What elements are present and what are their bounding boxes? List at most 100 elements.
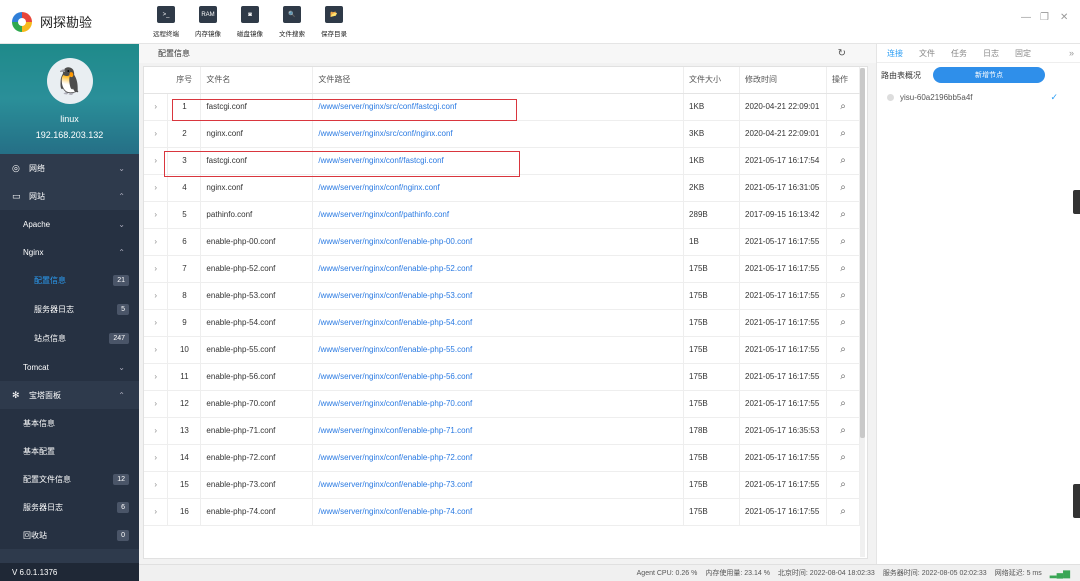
toolbar-button[interactable]: 📂 保存目录 [312, 6, 356, 38]
expand-chevron-icon[interactable]: › [144, 471, 169, 499]
count-badge: 5 [117, 304, 129, 315]
search-icon[interactable]: ⌕ [826, 444, 861, 472]
file-path[interactable]: /www/server/nginx/conf/enable-php-74.con… [312, 498, 685, 526]
new-node-button[interactable]: 新增节点 [933, 67, 1045, 83]
expand-chevron-icon[interactable]: › [144, 255, 169, 283]
file-path[interactable]: /www/server/nginx/conf/enable-php-52.con… [312, 255, 685, 283]
right-panel-tab[interactable]: 连接 [887, 48, 903, 59]
expand-chevron-icon[interactable]: › [144, 498, 169, 526]
sidebar-item[interactable]: ▭ 网站 ⌃ [0, 182, 139, 210]
expand-chevron-icon[interactable]: › [144, 228, 169, 256]
file-path[interactable]: /www/server/nginx/conf/enable-php-00.con… [312, 228, 685, 256]
file-path[interactable]: /www/server/nginx/conf/enable-php-53.con… [312, 282, 685, 310]
search-icon[interactable]: ⌕ [826, 174, 861, 202]
node-item[interactable]: yisu-60a2196bb5a4f ✓ [877, 87, 1080, 107]
expand-chevron-icon[interactable]: › [144, 120, 169, 148]
search-icon[interactable]: ⌕ [826, 93, 861, 121]
table-row[interactable]: › 13 enable-php-71.conf /www/server/ngin… [144, 417, 861, 445]
sidebar-item-label: 网站 [29, 191, 45, 201]
file-path[interactable]: /www/server/nginx/conf/enable-php-54.con… [312, 309, 685, 337]
table-row[interactable]: › 8 enable-php-53.conf /www/server/nginx… [144, 282, 861, 310]
toolbar-button[interactable]: RAM 内存镜像 [186, 6, 230, 38]
file-path[interactable]: /www/server/nginx/src/conf/fastcgi.conf [312, 93, 685, 121]
table-row[interactable]: › 15 enable-php-73.conf /www/server/ngin… [144, 471, 861, 499]
search-icon[interactable]: ⌕ [826, 417, 861, 445]
sidebar-item[interactable]: Tomcat ⌄ [0, 353, 139, 381]
toolbar-button[interactable]: 🔍 文件搜索 [270, 6, 314, 38]
table-row[interactable]: › 6 enable-php-00.conf /www/server/nginx… [144, 228, 861, 256]
sidebar-item[interactable]: 配置信息 21 [0, 266, 139, 295]
table-row[interactable]: › 11 enable-php-56.conf /www/server/ngin… [144, 363, 861, 391]
expand-chevron-icon[interactable]: › [144, 147, 169, 175]
search-icon[interactable]: ⌕ [826, 255, 861, 283]
search-icon[interactable]: ⌕ [826, 336, 861, 364]
file-path[interactable]: /www/server/nginx/conf/nginx.conf [312, 174, 685, 202]
search-icon[interactable]: ⌕ [826, 147, 861, 175]
right-panel-tab[interactable]: 日志 [983, 48, 999, 59]
expand-chevron-icon[interactable]: › [144, 390, 169, 418]
expand-chevron-icon[interactable]: › [144, 174, 169, 202]
table-row[interactable]: › 5 pathinfo.conf /www/server/nginx/conf… [144, 201, 861, 229]
double-chevron-right-icon[interactable]: » [1069, 48, 1074, 58]
table-row[interactable]: › 16 enable-php-74.conf /www/server/ngin… [144, 498, 861, 526]
expand-chevron-icon[interactable]: › [144, 309, 169, 337]
table-row[interactable]: › 3 fastcgi.conf /www/server/nginx/conf/… [144, 147, 861, 175]
search-icon[interactable]: ⌕ [826, 309, 861, 337]
sidebar-item[interactable]: 基本信息 [0, 409, 139, 437]
table-row[interactable]: › 7 enable-php-52.conf /www/server/nginx… [144, 255, 861, 283]
refresh-icon[interactable]: ↻ [838, 48, 846, 59]
file-path[interactable]: /www/server/nginx/conf/enable-php-71.con… [312, 417, 685, 445]
search-icon[interactable]: ⌕ [826, 471, 861, 499]
table-row[interactable]: › 14 enable-php-72.conf /www/server/ngin… [144, 444, 861, 472]
maximize-icon[interactable]: ❐ [1040, 12, 1049, 23]
search-icon[interactable]: ⌕ [826, 228, 861, 256]
expand-chevron-icon[interactable]: › [144, 444, 169, 472]
expand-chevron-icon[interactable]: › [144, 282, 169, 310]
sidebar-item[interactable]: ◎ 网络 ⌄ [0, 154, 139, 182]
table-row[interactable]: › 4 nginx.conf /www/server/nginx/conf/ng… [144, 174, 861, 202]
right-panel-tab[interactable]: 任务 [951, 48, 967, 59]
scrollbar-thumb[interactable] [860, 68, 865, 438]
table-row[interactable]: › 2 nginx.conf /www/server/nginx/src/con… [144, 120, 861, 148]
drag-handle[interactable] [1073, 484, 1080, 518]
search-icon[interactable]: ⌕ [826, 201, 861, 229]
file-path[interactable]: /www/server/nginx/conf/pathinfo.conf [312, 201, 685, 229]
file-path[interactable]: /www/server/nginx/conf/enable-php-70.con… [312, 390, 685, 418]
search-icon[interactable]: ⌕ [826, 363, 861, 391]
sidebar-item[interactable]: Apache ⌄ [0, 210, 139, 238]
search-icon[interactable]: ⌕ [826, 282, 861, 310]
right-panel-tab[interactable]: 文件 [919, 48, 935, 59]
expand-chevron-icon[interactable]: › [144, 201, 169, 229]
search-icon[interactable]: ⌕ [826, 390, 861, 418]
sidebar-item[interactable]: 站点信息 247 [0, 324, 139, 353]
expand-chevron-icon[interactable]: › [144, 93, 169, 121]
sidebar-item[interactable]: 基本配置 [0, 437, 139, 465]
table-row[interactable]: › 10 enable-php-55.conf /www/server/ngin… [144, 336, 861, 364]
file-path[interactable]: /www/server/nginx/conf/fastcgi.conf [312, 147, 685, 175]
sidebar-item[interactable]: 服务器日志 6 [0, 493, 139, 521]
expand-chevron-icon[interactable]: › [144, 363, 169, 391]
search-icon[interactable]: ⌕ [826, 498, 861, 526]
drag-handle[interactable] [1073, 190, 1080, 214]
toolbar-button[interactable]: >_ 远程终端 [144, 6, 188, 38]
sidebar-item[interactable]: 服务器日志 5 [0, 295, 139, 324]
file-path[interactable]: /www/server/nginx/src/conf/nginx.conf [312, 120, 685, 148]
file-path[interactable]: /www/server/nginx/conf/enable-php-56.con… [312, 363, 685, 391]
minimize-icon[interactable]: — [1021, 12, 1031, 23]
file-path[interactable]: /www/server/nginx/conf/enable-php-73.con… [312, 471, 685, 499]
sidebar-item[interactable]: 回收站 0 [0, 521, 139, 549]
table-row[interactable]: › 1 fastcgi.conf /www/server/nginx/src/c… [144, 93, 861, 121]
right-panel-tab[interactable]: 固定 [1015, 48, 1031, 59]
file-path[interactable]: /www/server/nginx/conf/enable-php-72.con… [312, 444, 685, 472]
sidebar-item[interactable]: ✻ 宝塔面板 ⌃ [0, 381, 139, 409]
file-path[interactable]: /www/server/nginx/conf/enable-php-55.con… [312, 336, 685, 364]
table-row[interactable]: › 9 enable-php-54.conf /www/server/nginx… [144, 309, 861, 337]
expand-chevron-icon[interactable]: › [144, 417, 169, 445]
close-icon[interactable]: ✕ [1060, 12, 1068, 23]
sidebar-item[interactable]: Nginx ⌃ [0, 238, 139, 266]
search-icon[interactable]: ⌕ [826, 120, 861, 148]
expand-chevron-icon[interactable]: › [144, 336, 169, 364]
toolbar-button[interactable]: ◙ 磁盘镜像 [228, 6, 272, 38]
table-row[interactable]: › 12 enable-php-70.conf /www/server/ngin… [144, 390, 861, 418]
sidebar-item[interactable]: 配置文件信息 12 [0, 465, 139, 493]
